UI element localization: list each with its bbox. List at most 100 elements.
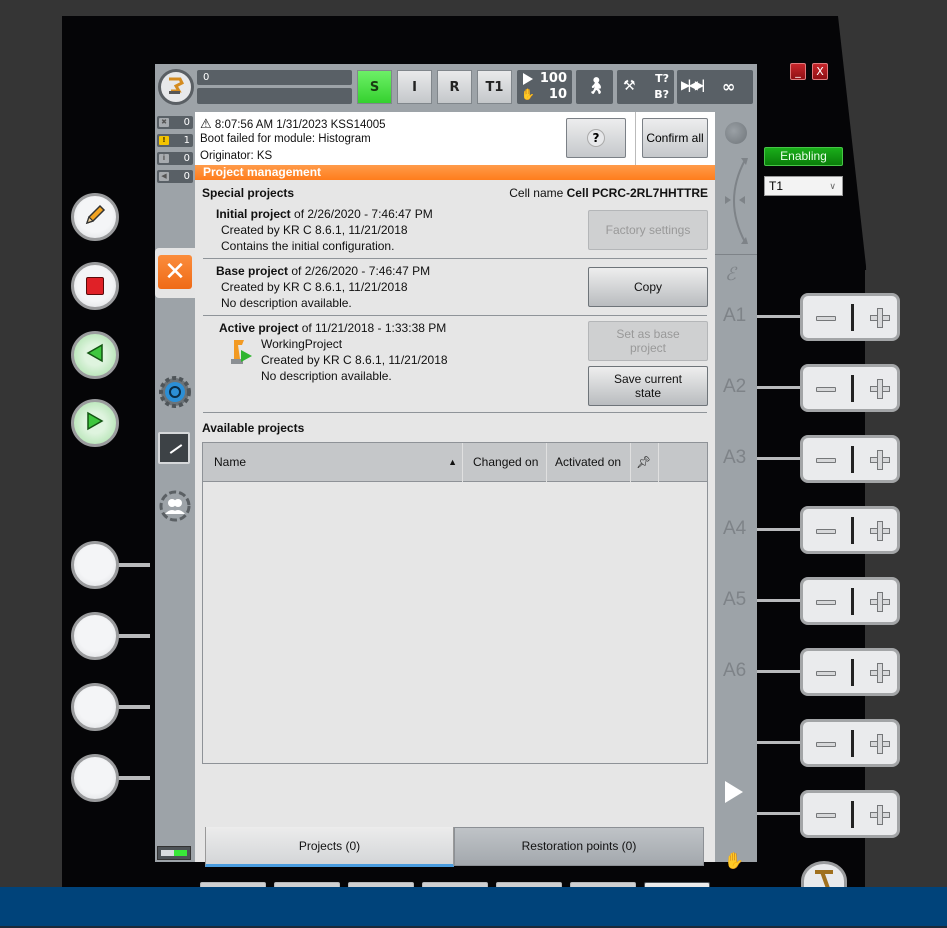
divider <box>635 112 636 165</box>
coordinate-system-icon[interactable]: ℰ <box>725 264 736 285</box>
override-button[interactable]: 100 ✋ 10 <box>517 70 572 104</box>
pencil-icon <box>82 202 108 232</box>
robot-icon <box>165 74 187 100</box>
stop-button[interactable] <box>71 262 119 310</box>
override-program-value: 100 <box>539 71 567 86</box>
status-i-button[interactable]: I <box>397 70 432 104</box>
base-project-title: Base project of 2/26/2020 - 7:46:47 PM <box>216 264 431 278</box>
submit-interpreter-bar[interactable]: 0 <box>197 70 352 85</box>
copy-base-project-button[interactable]: Copy <box>588 267 708 307</box>
window-tab: ✕ <box>155 248 195 298</box>
tool-base-button[interactable]: ⚒ T? B? <box>617 70 674 104</box>
clock-icon[interactable] <box>158 432 190 464</box>
minus-icon[interactable] <box>816 316 836 321</box>
tab-restoration-points[interactable]: Restoration points (0) <box>454 827 704 866</box>
minus-icon[interactable] <box>816 813 836 818</box>
start-backward-button[interactable] <box>71 331 119 379</box>
sort-ascending-icon: ▲ <box>448 457 457 467</box>
walking-person-icon: 🚶︎ <box>586 76 607 95</box>
counter-info[interactable]: i0 <box>157 152 193 165</box>
window-title: Project management <box>195 165 715 180</box>
factory-settings-button[interactable]: Factory settings <box>588 210 708 250</box>
column-header-pin[interactable]: 📌︎ <box>631 443 659 482</box>
jog-key-6 <box>800 648 900 696</box>
softkey-2[interactable] <box>71 612 119 660</box>
active-project-name: WorkingProject <box>261 337 343 351</box>
pin-icon: 📌︎ <box>636 455 652 469</box>
active-project-description: No description available. <box>261 369 392 383</box>
warning-icon: ! <box>159 136 169 145</box>
operating-mode-button[interactable]: T1 <box>477 70 512 104</box>
jog-mode-icon[interactable] <box>721 156 751 250</box>
plus-icon <box>877 521 883 541</box>
jog-divider <box>851 375 854 402</box>
help-button[interactable]: ? <box>566 118 626 158</box>
info-icon: i <box>159 154 169 163</box>
minimize-button[interactable]: _ <box>790 63 806 80</box>
column-header-changed-on[interactable]: Changed on <box>463 443 547 482</box>
column-header-activated-on[interactable]: Activated on <box>547 443 631 482</box>
dialog-icon: ◀ <box>159 172 169 181</box>
edit-button[interactable] <box>71 193 119 241</box>
jog-key-stem <box>757 457 803 460</box>
softkey-4[interactable] <box>71 754 119 802</box>
start-forward-button[interactable] <box>71 399 119 447</box>
message-text: Boot failed for module: Histogram <box>200 133 371 145</box>
user-group-icon[interactable] <box>158 489 192 527</box>
set-as-base-project-button[interactable]: Set as base project <box>588 321 708 361</box>
divider <box>203 258 707 259</box>
column-header-name[interactable]: Name ▲ <box>203 443 463 482</box>
jog-key-8 <box>800 790 900 838</box>
counter-acknowledge[interactable]: ✖ 0 <box>157 116 193 129</box>
jog-divider <box>851 801 854 828</box>
incremental-jog-button[interactable]: ▶|◀▶| ∞ <box>677 70 753 104</box>
minus-icon[interactable] <box>816 529 836 534</box>
message-originator: Originator: KS <box>200 150 273 162</box>
counter-warning[interactable]: ! 1 <box>157 134 193 147</box>
robot-interpreter-bar[interactable] <box>197 88 352 104</box>
globe-icon[interactable] <box>725 122 747 144</box>
active-project-created: Created by KR C 8.6.1, 11/21/2018 <box>261 353 448 367</box>
minus-icon[interactable] <box>816 458 836 463</box>
enabling-button[interactable]: Enabling <box>764 147 843 166</box>
incremental-value: ∞ <box>722 77 736 96</box>
main-menu-button[interactable] <box>158 69 194 105</box>
close-window-tab-button[interactable]: ✕ <box>158 255 192 289</box>
initial-project-created: Created by KR C 8.6.1, 11/21/2018 <box>221 223 408 237</box>
chevron-down-icon: ∨ <box>829 181 836 191</box>
message-window: ⚠ 8:07:56 AM 1/31/2023 KSS14005 Boot fai… <box>195 112 715 165</box>
play-forward-icon <box>84 410 106 436</box>
configuration-icon[interactable] <box>158 375 192 413</box>
stop-icon <box>86 277 104 295</box>
plus-icon <box>877 379 883 399</box>
status-r-button[interactable]: R <box>437 70 472 104</box>
minus-icon[interactable] <box>816 671 836 676</box>
jog-divider <box>851 446 854 473</box>
jog-key-2 <box>800 364 900 412</box>
minus-icon[interactable] <box>816 742 836 747</box>
softkey-stem <box>118 705 150 709</box>
plus-icon <box>877 308 883 328</box>
left-toolbar: ✖ 0 ! 1 i0 ◀ 0 ✕ <box>155 112 195 862</box>
plus-icon <box>877 734 883 754</box>
confirm-all-button[interactable]: Confirm all <box>642 118 708 158</box>
minus-icon[interactable] <box>816 387 836 392</box>
robot-drives-button[interactable]: 🚶︎ <box>576 70 613 104</box>
play-backward-icon <box>84 342 106 368</box>
warning-icon: ⚠ <box>200 116 212 131</box>
close-window-button[interactable]: X <box>812 63 828 80</box>
save-current-state-button[interactable]: Save current state <box>588 366 708 406</box>
softkey-3[interactable] <box>71 683 119 731</box>
minus-icon[interactable] <box>816 600 836 605</box>
axis-label-a3: A3 <box>723 447 747 468</box>
jog-key-stem <box>757 528 803 531</box>
softkey-1[interactable] <box>71 541 119 589</box>
mode-select[interactable]: T1 ∨ <box>764 176 843 196</box>
divider <box>203 315 707 316</box>
status-s-button[interactable]: S <box>357 70 392 104</box>
special-projects-heading: Special projects <box>202 186 295 200</box>
counter-dialog[interactable]: ◀ 0 <box>157 170 193 183</box>
project-management-content: Special projects Cell name Cell PCRC-2RL… <box>195 180 715 922</box>
tab-projects[interactable]: Projects (0) <box>205 827 454 867</box>
jog-divider <box>851 304 854 331</box>
